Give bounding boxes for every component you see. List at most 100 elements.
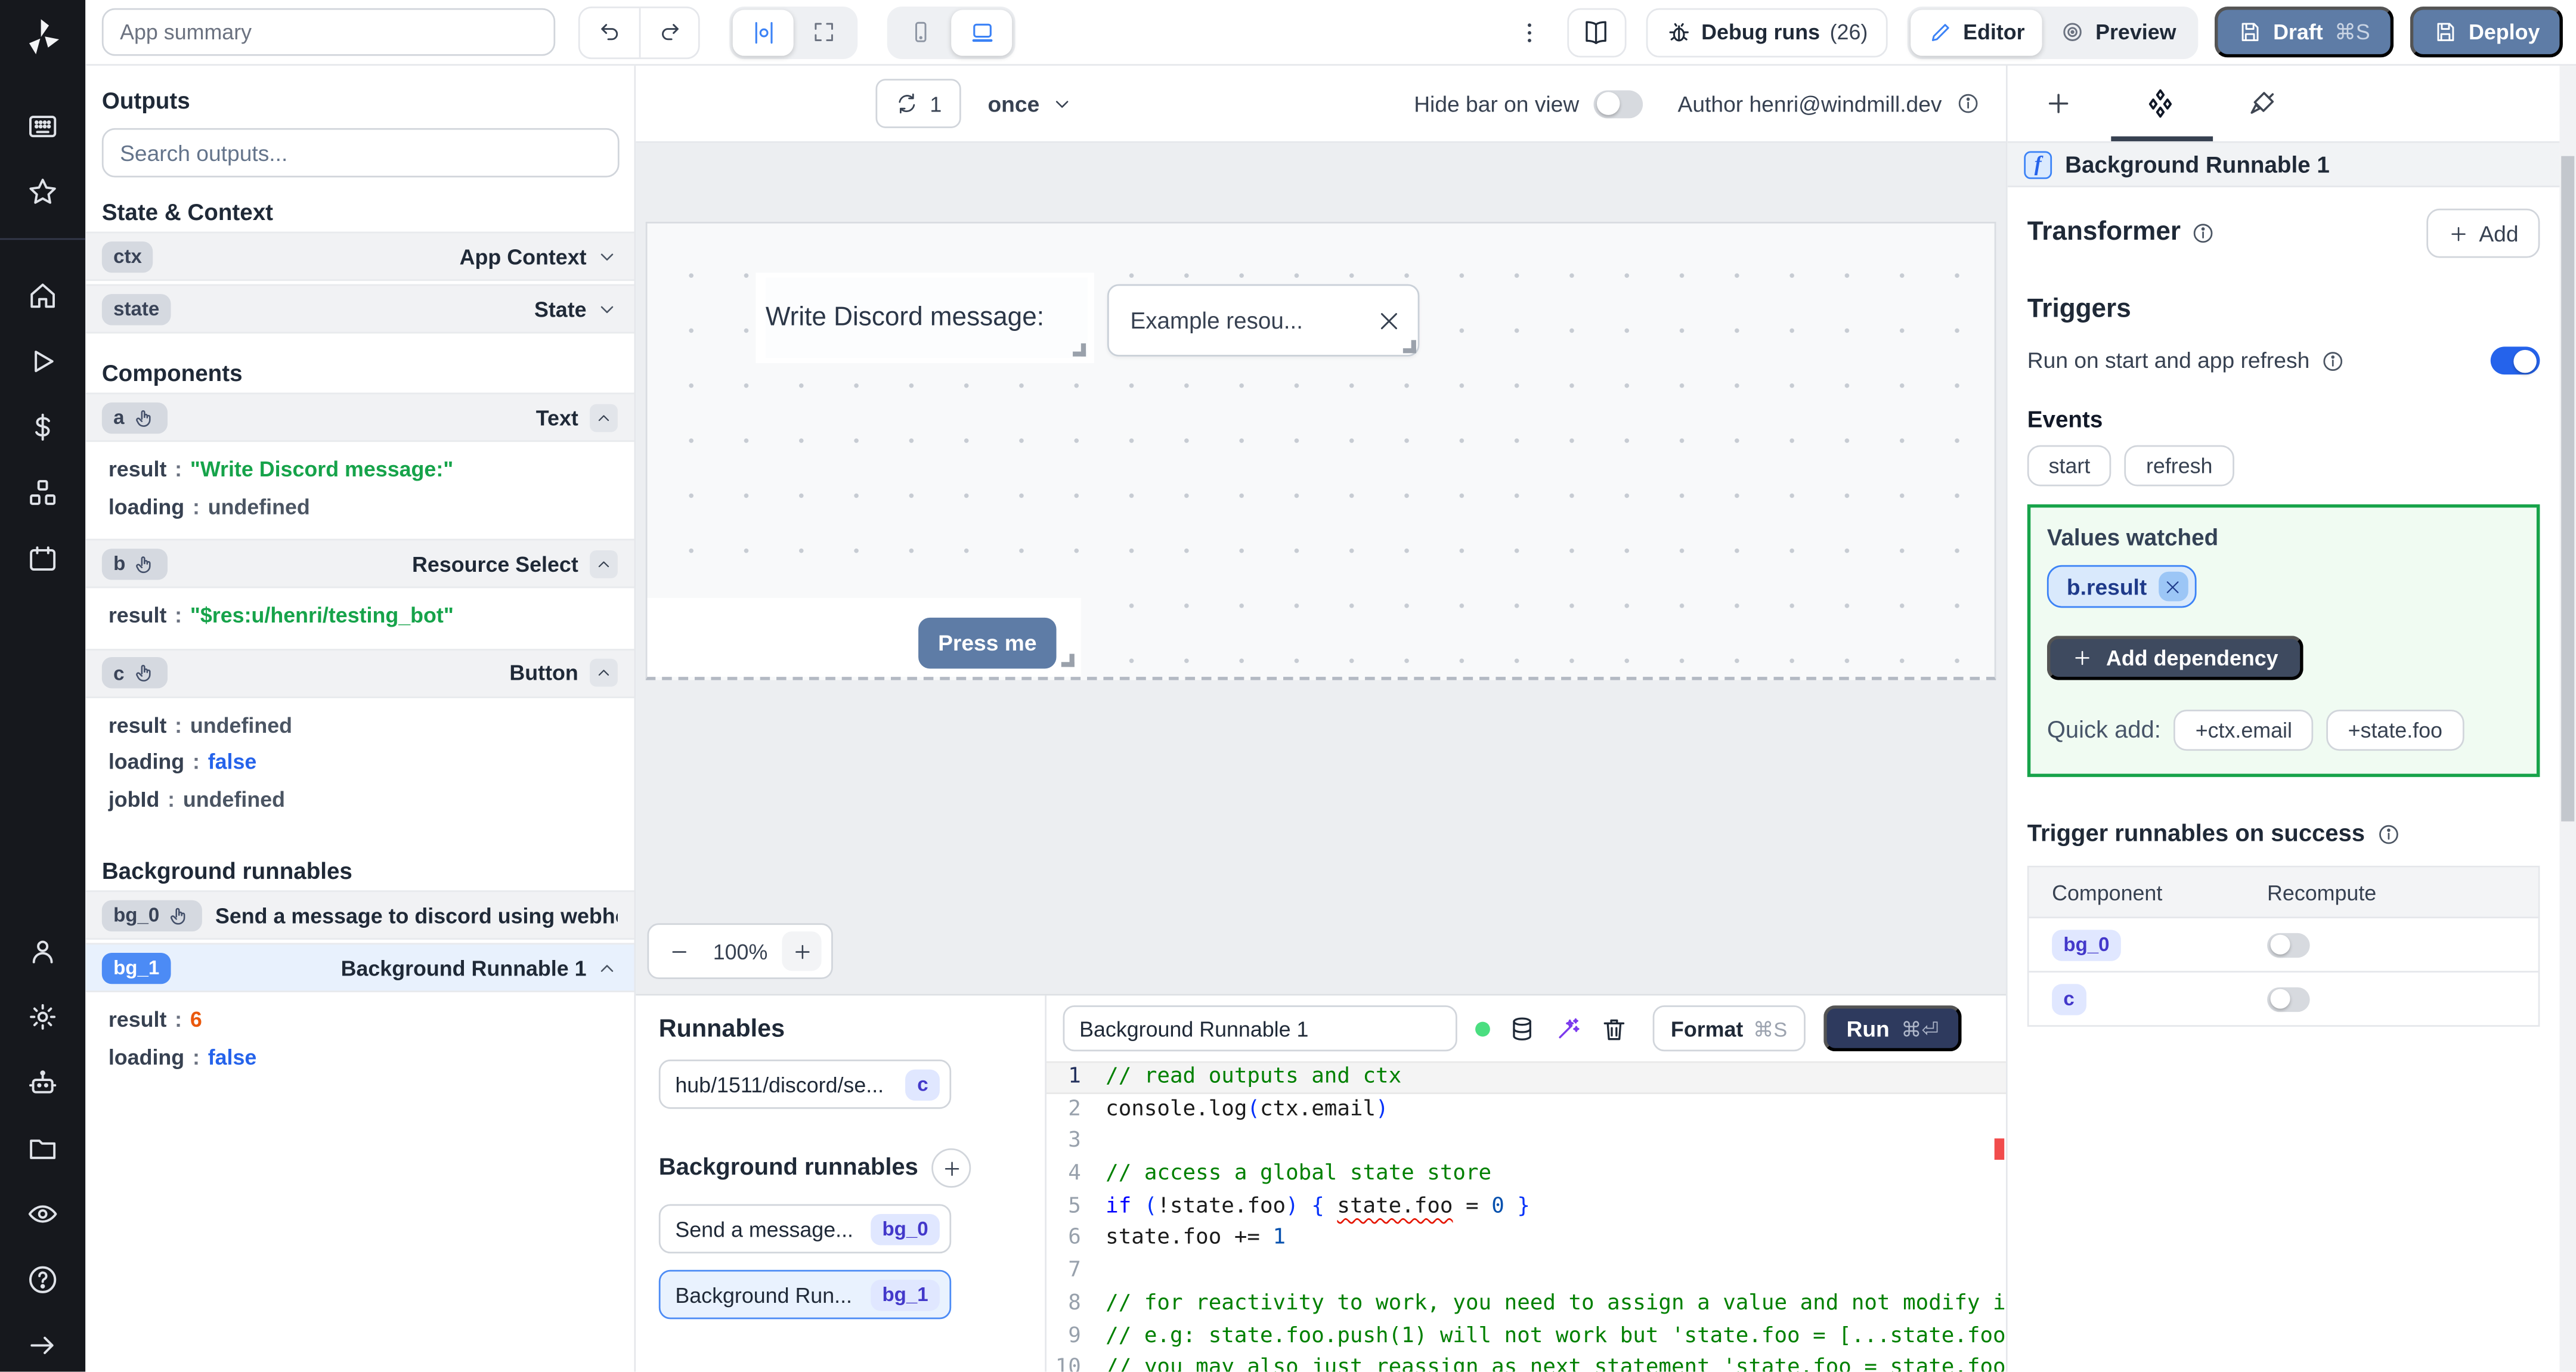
component-row-a[interactable]: a Text xyxy=(85,392,634,442)
code-line[interactable]: 9// e.g: state.foo.push(1) will not work… xyxy=(1046,1320,2006,1352)
resize-handle[interactable] xyxy=(1402,340,1416,354)
audit-eye-icon[interactable] xyxy=(26,1198,59,1231)
runnable-item-bg1-selected[interactable]: Background Run... bg_1 xyxy=(658,1269,952,1320)
chevron-down-icon[interactable] xyxy=(596,246,618,267)
resize-handle[interactable] xyxy=(1061,654,1075,667)
recompute-toggle-bg0[interactable] xyxy=(2267,932,2310,957)
runs-play-icon[interactable] xyxy=(26,345,59,378)
remove-dependency-icon[interactable] xyxy=(2158,571,2188,602)
code-line[interactable]: 1// read outputs and ctx xyxy=(1046,1061,2006,1094)
runnable-name-input[interactable] xyxy=(1063,1005,1457,1052)
refresh-count-button[interactable]: 1 xyxy=(875,79,962,128)
workers-robot-icon[interactable] xyxy=(26,1067,59,1100)
zoom-out-button[interactable] xyxy=(659,931,698,971)
cache-database-icon[interactable] xyxy=(1508,1014,1536,1042)
variables-dollar-icon[interactable] xyxy=(26,411,59,444)
docs-book-button[interactable] xyxy=(1566,7,1626,57)
search-outputs-input[interactable] xyxy=(101,128,620,178)
folders-icon[interactable] xyxy=(26,1132,59,1165)
draft-button[interactable]: Draft ⌘S xyxy=(2213,7,2394,58)
scrollbar-track[interactable] xyxy=(2559,66,2576,1372)
info-icon[interactable] xyxy=(2192,222,2215,245)
code-line[interactable]: 7 xyxy=(1046,1255,2006,1287)
run-button[interactable]: Run ⌘⏎ xyxy=(1823,1005,1962,1052)
code-line[interactable]: 10// you may also just reassign as next … xyxy=(1046,1352,2006,1372)
chevron-up-icon[interactable] xyxy=(590,549,618,578)
bg0-badge[interactable]: bg_0 xyxy=(101,899,202,931)
recompute-toggle-c[interactable] xyxy=(2267,986,2310,1011)
code-line[interactable]: 5 if (!state.foo) { state.foo = 0 } xyxy=(1046,1191,2006,1223)
more-menu-button[interactable] xyxy=(1510,11,1547,54)
bg1-badge[interactable]: bg_1 xyxy=(101,952,171,983)
bg1-row[interactable]: bg_1 Background Runnable 1 xyxy=(85,943,634,993)
component-a-badge[interactable]: a xyxy=(101,401,168,433)
component-b-badge[interactable]: b xyxy=(101,547,168,580)
apps-icon[interactable] xyxy=(26,110,59,143)
tab-insert-plus[interactable] xyxy=(2008,89,2110,119)
info-icon[interactable] xyxy=(2321,349,2345,372)
component-c-badge[interactable]: c xyxy=(101,657,168,689)
tab-styling-brush[interactable] xyxy=(2211,89,2313,119)
schedules-calendar-icon[interactable] xyxy=(26,542,59,575)
user-icon[interactable] xyxy=(26,935,59,968)
resources-cubes-icon[interactable] xyxy=(26,476,59,509)
chevron-up-icon[interactable] xyxy=(590,658,618,687)
windmill-logo[interactable] xyxy=(21,15,64,58)
resize-handle[interactable] xyxy=(1073,343,1086,357)
runnable-item-hub[interactable]: hub/1511/discord/se... c xyxy=(658,1060,952,1109)
delete-trash-icon[interactable] xyxy=(1600,1014,1628,1042)
code-editor[interactable]: 1// read outputs and ctx 2 console.log(ctx… xyxy=(1046,1061,2006,1372)
run-on-start-toggle[interactable] xyxy=(2490,346,2540,375)
settings-gear-icon[interactable] xyxy=(26,1001,59,1033)
help-icon[interactable] xyxy=(26,1263,59,1296)
favorites-star-icon[interactable] xyxy=(26,176,59,209)
debug-runs-button[interactable]: Debug runs (26) xyxy=(1645,7,1888,57)
hide-bar-toggle[interactable] xyxy=(1594,89,1643,117)
info-icon[interactable] xyxy=(2376,823,2399,846)
code-line[interactable]: 2 console.log(ctx.email) xyxy=(1046,1094,2006,1126)
table-row: c xyxy=(2029,971,2538,1025)
quick-add-ctx-email[interactable]: +ctx.email xyxy=(2174,710,2314,751)
ctx-row[interactable]: ctx App Context xyxy=(85,231,634,281)
code-line[interactable]: 4// access a global state store xyxy=(1046,1159,2006,1191)
desktop-view-button[interactable] xyxy=(951,9,1013,55)
clear-selection-icon[interactable] xyxy=(1377,308,1401,333)
app-canvas[interactable]: Write Discord message: Example resou... … xyxy=(645,221,1996,680)
code-line[interactable]: 6 state.foo += 1 xyxy=(1046,1223,2006,1255)
mobile-view-button[interactable] xyxy=(890,9,951,55)
resource-select-component[interactable]: Example resou... xyxy=(1107,284,1420,357)
component-row-c[interactable]: c Button xyxy=(85,648,634,698)
chevron-up-icon[interactable] xyxy=(596,957,618,978)
home-icon[interactable] xyxy=(26,279,59,312)
quick-add-state-foo[interactable]: +state.foo xyxy=(2326,710,2464,751)
tab-component-settings[interactable] xyxy=(2110,87,2212,120)
chevron-down-icon[interactable] xyxy=(596,298,618,320)
state-row[interactable]: state State xyxy=(85,284,634,334)
bg0-row[interactable]: bg_0 Send a message to discord using web… xyxy=(85,890,634,940)
redo-button[interactable] xyxy=(639,7,698,57)
tab-editor[interactable]: Editor xyxy=(1910,9,2043,55)
collapse-arrow-icon[interactable] xyxy=(26,1329,59,1362)
zoom-in-button[interactable] xyxy=(782,931,822,971)
code-line[interactable]: 8// for reactivity to work, you need to … xyxy=(1046,1287,2006,1320)
component-row-b[interactable]: b Resource Select xyxy=(85,538,634,589)
app-summary-input[interactable] xyxy=(101,8,556,56)
runnable-item-bg0[interactable]: Send a message... bg_0 xyxy=(658,1204,952,1254)
tab-preview[interactable]: Preview xyxy=(2043,9,2194,55)
scrollbar-thumb[interactable] xyxy=(2561,156,2575,822)
add-runnable-button[interactable] xyxy=(931,1148,971,1188)
deploy-button[interactable]: Deploy xyxy=(2409,7,2563,58)
center-align-button[interactable] xyxy=(732,9,794,55)
text-component[interactable]: Write Discord message: xyxy=(765,277,1088,358)
info-icon[interactable] xyxy=(1956,92,1980,115)
add-transformer-button[interactable]: Add xyxy=(2426,208,2540,258)
format-button[interactable]: Format ⌘S xyxy=(1652,1005,1806,1052)
button-component[interactable]: Press me xyxy=(918,617,1057,669)
undo-button[interactable] xyxy=(580,7,639,57)
run-mode-dropdown[interactable]: once xyxy=(987,91,1072,116)
add-dependency-button[interactable]: Add dependency xyxy=(2046,636,2303,680)
code-line[interactable]: 3 xyxy=(1046,1126,2006,1158)
ai-wand-icon[interactable] xyxy=(1554,1014,1582,1042)
fullscreen-button[interactable] xyxy=(794,9,854,55)
chevron-up-icon[interactable] xyxy=(590,403,618,432)
